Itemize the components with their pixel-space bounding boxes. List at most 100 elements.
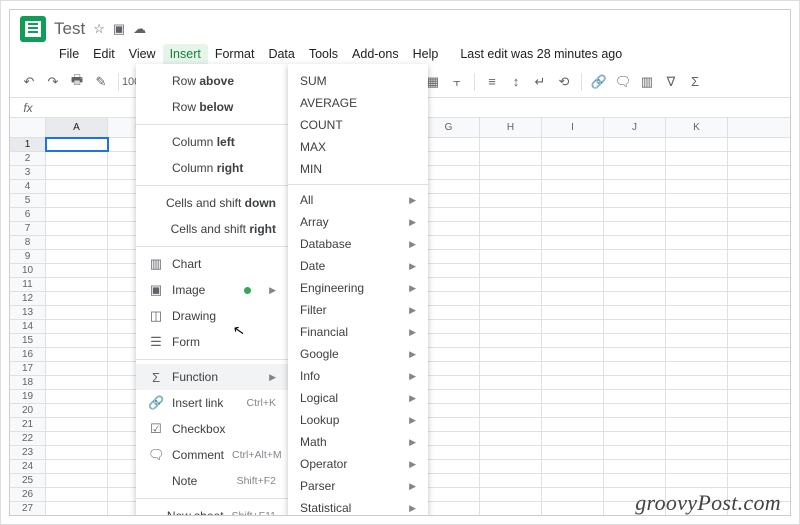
cell[interactable] bbox=[480, 208, 542, 221]
cell[interactable] bbox=[46, 152, 108, 165]
row-header[interactable]: 12 bbox=[10, 292, 46, 305]
cell[interactable] bbox=[666, 390, 728, 403]
menu-tools[interactable]: Tools bbox=[302, 44, 345, 66]
cell[interactable] bbox=[604, 390, 666, 403]
cell[interactable] bbox=[480, 250, 542, 263]
cell[interactable] bbox=[480, 222, 542, 235]
menu-drawing[interactable]: ◫Drawing bbox=[136, 303, 288, 329]
cell[interactable] bbox=[542, 460, 604, 473]
row-header[interactable]: 2 bbox=[10, 152, 46, 165]
row-header[interactable]: 1 bbox=[10, 138, 46, 151]
cell[interactable] bbox=[46, 390, 108, 403]
function-item-max[interactable]: MAX bbox=[288, 136, 428, 158]
column-header-K[interactable]: K bbox=[666, 118, 728, 137]
cell[interactable] bbox=[542, 222, 604, 235]
function-category-filter[interactable]: Filter▶ bbox=[288, 299, 428, 321]
row-header[interactable]: 19 bbox=[10, 390, 46, 403]
cell[interactable] bbox=[666, 460, 728, 473]
column-header-H[interactable]: H bbox=[480, 118, 542, 137]
menu-chart[interactable]: ▥Chart bbox=[136, 251, 288, 277]
row-header[interactable]: 25 bbox=[10, 474, 46, 487]
cell[interactable] bbox=[480, 404, 542, 417]
cell[interactable] bbox=[666, 474, 728, 487]
row-header[interactable]: 23 bbox=[10, 446, 46, 459]
menu-data[interactable]: Data bbox=[261, 44, 301, 66]
row-header[interactable]: 13 bbox=[10, 306, 46, 319]
menu-addons[interactable]: Add-ons bbox=[345, 44, 406, 66]
column-header-I[interactable]: I bbox=[542, 118, 604, 137]
cell[interactable] bbox=[604, 152, 666, 165]
cell[interactable] bbox=[480, 194, 542, 207]
cell[interactable] bbox=[666, 404, 728, 417]
print-icon[interactable]: 🖶 bbox=[68, 73, 86, 91]
function-category-financial[interactable]: Financial▶ bbox=[288, 321, 428, 343]
cell[interactable] bbox=[666, 250, 728, 263]
menu-cells-shift-right[interactable]: Cells and shift right bbox=[136, 216, 288, 242]
function-item-min[interactable]: MIN bbox=[288, 158, 428, 180]
cell[interactable] bbox=[604, 432, 666, 445]
cell[interactable] bbox=[666, 166, 728, 179]
row-header[interactable]: 26 bbox=[10, 488, 46, 501]
cell[interactable] bbox=[542, 390, 604, 403]
menu-row-below[interactable]: Row below bbox=[136, 94, 288, 120]
cell[interactable] bbox=[604, 222, 666, 235]
row-header[interactable]: 18 bbox=[10, 376, 46, 389]
cell[interactable] bbox=[46, 460, 108, 473]
cell[interactable] bbox=[46, 502, 108, 515]
cell[interactable] bbox=[480, 166, 542, 179]
cell[interactable] bbox=[46, 446, 108, 459]
cell[interactable] bbox=[46, 306, 108, 319]
cell[interactable] bbox=[604, 306, 666, 319]
function-category-all[interactable]: All▶ bbox=[288, 189, 428, 211]
menu-cells-shift-down[interactable]: Cells and shift down bbox=[136, 190, 288, 216]
cell[interactable] bbox=[666, 292, 728, 305]
cell[interactable] bbox=[46, 418, 108, 431]
cell[interactable] bbox=[666, 418, 728, 431]
cell[interactable] bbox=[604, 446, 666, 459]
row-header[interactable]: 27 bbox=[10, 502, 46, 515]
menu-new-sheet[interactable]: New sheetShift+F11 bbox=[136, 503, 288, 516]
cell[interactable] bbox=[604, 236, 666, 249]
function-category-google[interactable]: Google▶ bbox=[288, 343, 428, 365]
cell[interactable] bbox=[604, 180, 666, 193]
cell[interactable] bbox=[666, 138, 728, 151]
column-header-J[interactable]: J bbox=[604, 118, 666, 137]
function-category-operator[interactable]: Operator▶ bbox=[288, 453, 428, 475]
cloud-status-icon[interactable]: ☁ bbox=[133, 21, 146, 37]
cell[interactable] bbox=[542, 208, 604, 221]
row-header[interactable]: 8 bbox=[10, 236, 46, 249]
row-header[interactable]: 6 bbox=[10, 208, 46, 221]
menu-insert-link[interactable]: 🔗Insert linkCtrl+K bbox=[136, 390, 288, 416]
document-title[interactable]: Test bbox=[54, 19, 85, 39]
undo-icon[interactable]: ↶ bbox=[20, 73, 38, 91]
wrap-icon[interactable]: ↵ bbox=[531, 73, 549, 91]
row-header[interactable]: 20 bbox=[10, 404, 46, 417]
cell[interactable] bbox=[604, 138, 666, 151]
cell[interactable] bbox=[604, 292, 666, 305]
cell[interactable] bbox=[604, 502, 666, 515]
cell[interactable] bbox=[604, 418, 666, 431]
last-edit-status[interactable]: Last edit was 28 minutes ago bbox=[453, 44, 629, 66]
cell[interactable] bbox=[604, 404, 666, 417]
cell[interactable] bbox=[480, 264, 542, 277]
menu-form[interactable]: ☰Form bbox=[136, 329, 288, 355]
cell[interactable] bbox=[480, 474, 542, 487]
cell[interactable] bbox=[666, 306, 728, 319]
cell[interactable] bbox=[480, 320, 542, 333]
cell[interactable] bbox=[480, 418, 542, 431]
row-header[interactable]: 15 bbox=[10, 334, 46, 347]
cell[interactable] bbox=[604, 250, 666, 263]
cell[interactable] bbox=[542, 474, 604, 487]
cell[interactable] bbox=[604, 166, 666, 179]
row-header[interactable]: 7 bbox=[10, 222, 46, 235]
insert-comment-icon[interactable]: 🗨 bbox=[614, 73, 632, 91]
cell[interactable] bbox=[604, 208, 666, 221]
menu-help[interactable]: Help bbox=[406, 44, 446, 66]
star-icon[interactable]: ☆ bbox=[93, 21, 105, 37]
cell[interactable] bbox=[666, 488, 728, 501]
h-align-icon[interactable]: ≡ bbox=[483, 73, 501, 91]
cell[interactable] bbox=[480, 446, 542, 459]
cell[interactable] bbox=[46, 362, 108, 375]
cell[interactable] bbox=[480, 278, 542, 291]
cell[interactable] bbox=[480, 348, 542, 361]
